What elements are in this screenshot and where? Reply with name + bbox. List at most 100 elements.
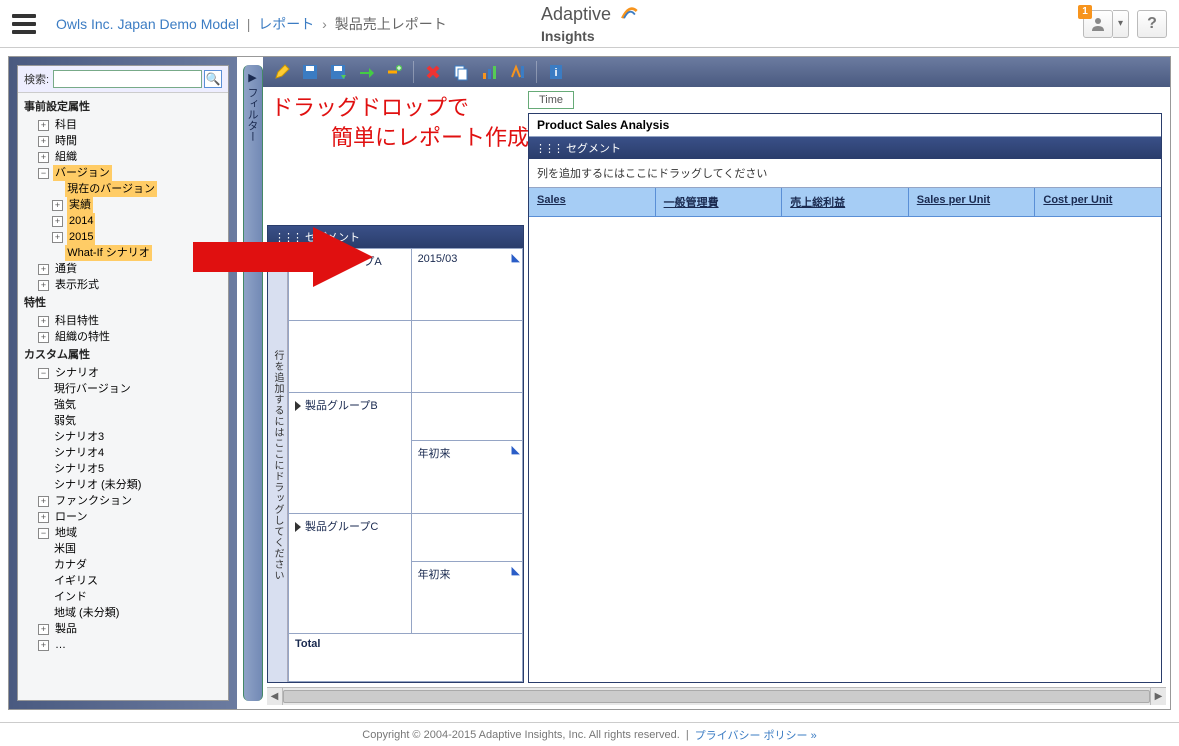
attribute-tree[interactable]: 事前設定属性 +科目 +時間 +組織 −バージョン 現在のバージョン +実績 +… bbox=[18, 93, 228, 700]
left-sidebar: 検索: 🔍 事前設定属性 +科目 +時間 +組織 −バージョン 現在のバージョン… bbox=[9, 57, 237, 709]
col-sga[interactable]: 一般管理費 bbox=[656, 188, 783, 216]
tree-expand-icon[interactable]: + bbox=[38, 316, 49, 327]
tree-item-s3[interactable]: シナリオ3 bbox=[52, 429, 106, 445]
tree-item-function[interactable]: ファンクション bbox=[53, 493, 134, 509]
row-group-a-time[interactable]: 2015/03◣ bbox=[411, 249, 522, 321]
pin-icon[interactable]: ◣ bbox=[512, 251, 520, 264]
user-menu-caret[interactable]: ▾ bbox=[1113, 10, 1129, 38]
tree-item-acct-attr[interactable]: 科目特性 bbox=[53, 313, 101, 329]
format-icon[interactable] bbox=[504, 60, 530, 84]
pin-icon[interactable]: ◣ bbox=[512, 564, 520, 577]
tree-expand-icon[interactable]: + bbox=[38, 332, 49, 343]
tree-item-region[interactable]: 地域 bbox=[53, 525, 79, 541]
tree-item-actual[interactable]: 実績 bbox=[67, 197, 93, 213]
chart-icon[interactable] bbox=[476, 60, 502, 84]
tree-item-account[interactable]: 科目 bbox=[53, 117, 79, 133]
copy-icon[interactable] bbox=[448, 60, 474, 84]
search-input[interactable] bbox=[53, 70, 202, 88]
save-icon[interactable] bbox=[297, 60, 323, 84]
filter-collapse-tab[interactable]: ▶ フィルター bbox=[243, 65, 263, 701]
tree-item-whatif[interactable]: What-If シナリオ bbox=[65, 245, 152, 261]
scroll-thumb[interactable] bbox=[283, 690, 1150, 703]
add-icon[interactable] bbox=[381, 60, 407, 84]
pin-icon[interactable]: ◣ bbox=[512, 443, 520, 456]
tree-expand-icon[interactable]: + bbox=[52, 216, 63, 227]
col-gross-profit[interactable]: 売上総利益 bbox=[782, 188, 909, 216]
row-drop-hint[interactable]: 行を追加するにはここにドラッグしてください bbox=[268, 248, 288, 682]
model-name[interactable]: Owls Inc. Japan Demo Model bbox=[56, 16, 239, 32]
tree-item-more[interactable]: … bbox=[53, 637, 68, 653]
row-grid: 製品グループA 2015/03◣ 製品グループB bbox=[288, 248, 523, 682]
tree-expand-icon[interactable]: + bbox=[38, 640, 49, 651]
tree-item-2015[interactable]: 2015 bbox=[67, 229, 95, 245]
tree-item-2014[interactable]: 2014 bbox=[67, 213, 95, 229]
tree-item-org[interactable]: 組織 bbox=[53, 149, 79, 165]
menu-icon[interactable] bbox=[12, 14, 36, 34]
tree-item-canada[interactable]: カナダ bbox=[52, 557, 89, 573]
row-group-b[interactable]: 製品グループB bbox=[289, 393, 412, 513]
edit-icon[interactable] bbox=[269, 60, 295, 84]
tree-item-org-attr[interactable]: 組織の特性 bbox=[53, 329, 112, 345]
tree-item-bull[interactable]: 強気 bbox=[52, 397, 78, 413]
tree-expand-icon[interactable]: + bbox=[52, 200, 63, 211]
col-cost-per-unit[interactable]: Cost per Unit bbox=[1035, 188, 1161, 216]
breadcrumb-current: 製品売上レポート bbox=[335, 16, 447, 32]
tree-collapse-icon[interactable]: − bbox=[38, 528, 49, 539]
tree-expand-icon[interactable]: + bbox=[38, 512, 49, 523]
tree-item-loan[interactable]: ローン bbox=[53, 509, 89, 525]
tree-item-display[interactable]: 表示形式 bbox=[53, 277, 101, 293]
search-icon[interactable]: 🔍 bbox=[204, 70, 222, 88]
tree-expand-icon[interactable]: + bbox=[38, 496, 49, 507]
tree-expand-icon[interactable]: + bbox=[38, 264, 49, 275]
tree-expand-icon[interactable]: + bbox=[38, 152, 49, 163]
row-group-a[interactable]: 製品グループA bbox=[289, 249, 412, 321]
info-icon[interactable]: i bbox=[543, 60, 569, 84]
svg-text:i: i bbox=[554, 67, 557, 79]
time-dimension-chip[interactable]: Time bbox=[528, 91, 574, 109]
scroll-left-icon[interactable]: ◀ bbox=[267, 688, 283, 705]
tree-item-india[interactable]: インド bbox=[52, 589, 89, 605]
workspace: 検索: 🔍 事前設定属性 +科目 +時間 +組織 −バージョン 現在のバージョン… bbox=[8, 56, 1171, 710]
tree-expand-icon[interactable]: + bbox=[38, 280, 49, 291]
col-sales[interactable]: Sales bbox=[529, 188, 656, 216]
tree-item-uk[interactable]: イギリス bbox=[52, 573, 100, 589]
segment-rows-panel: ⋮⋮⋮セグメント 行を追加するにはここにドラッグしてください 製品グループA 2… bbox=[267, 225, 524, 683]
segment-rows-header[interactable]: ⋮⋮⋮セグメント bbox=[268, 226, 523, 248]
breadcrumb-reports[interactable]: レポート bbox=[258, 16, 314, 32]
help-button[interactable]: ? bbox=[1137, 10, 1167, 38]
segment-columns-header[interactable]: ⋮⋮⋮セグメント bbox=[529, 137, 1161, 159]
tree-expand-icon[interactable]: + bbox=[38, 624, 49, 635]
tree-item-running-version[interactable]: 現行バージョン bbox=[52, 381, 133, 397]
tree-item-s-uncat[interactable]: シナリオ (未分類) bbox=[52, 477, 143, 493]
tree-item-bear[interactable]: 弱気 bbox=[52, 413, 78, 429]
tree-item-version[interactable]: バージョン bbox=[53, 165, 112, 181]
report-toolbar: i bbox=[263, 57, 1170, 87]
col-sales-per-unit[interactable]: Sales per Unit bbox=[909, 188, 1036, 216]
save-as-icon[interactable] bbox=[325, 60, 351, 84]
tree-item-currency[interactable]: 通貨 bbox=[53, 261, 79, 277]
tree-item-time[interactable]: 時間 bbox=[53, 133, 79, 149]
tree-collapse-icon[interactable]: − bbox=[38, 368, 49, 379]
row-group-c-time[interactable]: 年初来◣ bbox=[411, 561, 522, 633]
tree-item-us[interactable]: 米国 bbox=[52, 541, 78, 557]
tree-item-s5[interactable]: シナリオ5 bbox=[52, 461, 106, 477]
tree-expand-icon[interactable]: + bbox=[38, 136, 49, 147]
user-menu[interactable]: 1 bbox=[1083, 10, 1113, 38]
tree-item-current-version[interactable]: 現在のバージョン bbox=[65, 181, 157, 197]
row-group-b-time[interactable]: 年初来◣ bbox=[411, 441, 522, 513]
tree-collapse-icon[interactable]: − bbox=[38, 168, 49, 179]
scroll-right-icon[interactable]: ▶ bbox=[1150, 688, 1166, 705]
tree-expand-icon[interactable]: + bbox=[38, 120, 49, 131]
column-drop-hint[interactable]: 列を追加するにはここにドラッグしてください bbox=[529, 159, 1161, 188]
tree-item-product[interactable]: 製品 bbox=[53, 621, 79, 637]
tree-item-s4[interactable]: シナリオ4 bbox=[52, 445, 106, 461]
tree-item-region-uncat[interactable]: 地域 (未分類) bbox=[52, 605, 121, 621]
tree-expand-icon[interactable]: + bbox=[52, 232, 63, 243]
run-icon[interactable] bbox=[353, 60, 379, 84]
row-group-c[interactable]: 製品グループC bbox=[289, 513, 412, 633]
delete-icon[interactable] bbox=[420, 60, 446, 84]
row-total[interactable]: Total bbox=[289, 633, 523, 681]
horizontal-scrollbar[interactable]: ◀ ▶ bbox=[267, 687, 1166, 705]
tree-item-scenario[interactable]: シナリオ bbox=[53, 365, 101, 381]
privacy-link[interactable]: プライバシー ポリシー » bbox=[695, 727, 817, 743]
